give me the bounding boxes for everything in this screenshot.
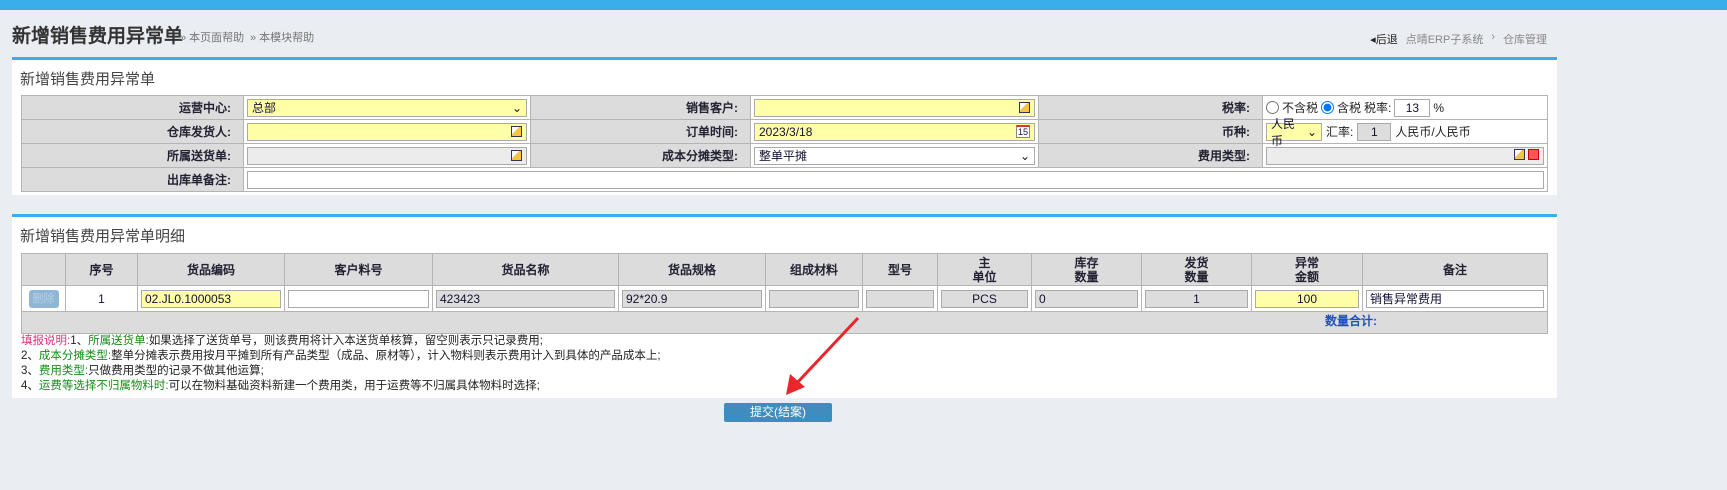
red-arrow-annotation (786, 316, 860, 395)
